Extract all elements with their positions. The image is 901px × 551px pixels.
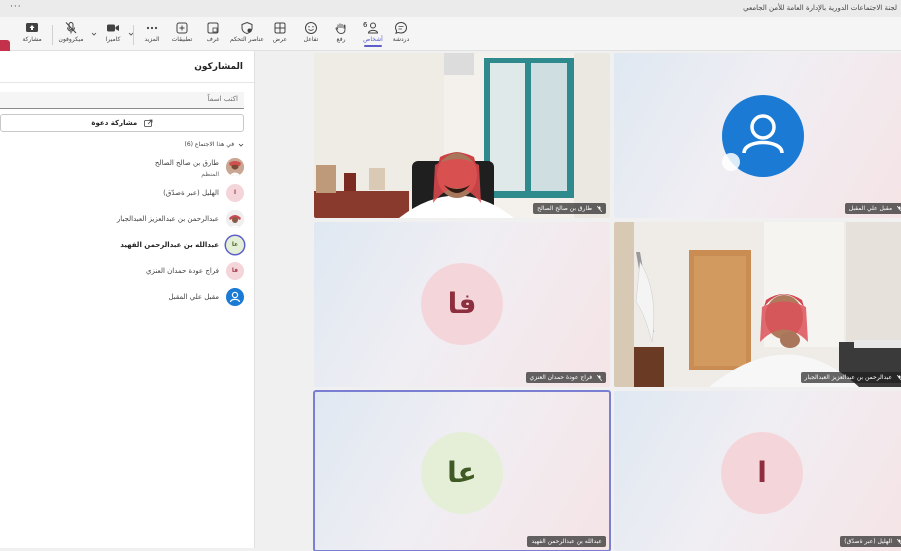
- initials-avatar: فا: [421, 263, 503, 345]
- participant-name-tag: مقبل علي المقبل: [844, 203, 901, 214]
- meeting-toolbar: مشاركة ميكروفون كاميرا المزيد تطبيقات غر…: [0, 17, 901, 58]
- avatar: عا: [226, 236, 244, 254]
- share-invite-button[interactable]: مشاركة دعوة: [0, 114, 244, 132]
- ellipsis-icon: [146, 26, 158, 30]
- search-placeholder: اكتب اسماً: [207, 95, 238, 103]
- grid-view-icon: [274, 22, 286, 34]
- video-tile[interactable]: عا عبدالله بن عبدالرحمن الفهيد: [313, 390, 611, 551]
- initials-avatar: عا: [421, 432, 503, 514]
- participant-name: عبدالله بن عبدالرحمن الفهيد: [120, 241, 219, 249]
- tile-name: فراج عودة حمدان العنزي: [529, 374, 593, 381]
- avatar: ا: [226, 184, 244, 202]
- status-indicator: [722, 153, 740, 171]
- participant-name-tag: عبدالرحمن بن عبدالعزيز العبدالجبار: [800, 372, 901, 383]
- participant-name-tag: فراج عودة حمدان العنزي: [525, 372, 606, 383]
- video-tile[interactable]: فا فراج عودة حمدان العنزي: [314, 222, 610, 387]
- raise-hand-button[interactable]: رفع: [323, 19, 359, 43]
- participant-name: فراج عودة حمدان العنزي: [146, 267, 219, 275]
- tile-name: طارق بن صالح الصالح: [537, 205, 593, 212]
- mic-button[interactable]: ميكروفون: [53, 19, 89, 43]
- participant-name: الهليل (عبر ةصدّق): [163, 189, 219, 197]
- participant-row[interactable]: عا عبدالله بن عبدالرحمن الفهيد: [8, 236, 244, 256]
- participant-row[interactable]: ا الهليل (عبر ةصدّق): [8, 184, 244, 204]
- share-icon: [26, 23, 38, 32]
- video-tile[interactable]: طارق بن صالح الصالح: [314, 53, 610, 218]
- tile-name: مقبل علي المقبل: [848, 205, 893, 212]
- mic-off-icon: [896, 205, 901, 211]
- participant-video: [314, 53, 610, 218]
- participant-name: مقبل علي المقبل: [168, 293, 219, 301]
- initials-avatar: ا: [721, 432, 803, 514]
- participant-name: طارق بن صالح الصالح: [154, 159, 219, 167]
- share-invite-label: مشاركة دعوة: [91, 119, 138, 127]
- participant-name-tag: طارق بن صالح الصالح: [533, 203, 606, 214]
- panel-divider: [0, 82, 254, 83]
- more-options-icon[interactable]: ···: [10, 2, 22, 12]
- video-tile[interactable]: ا الهليل (عبر ةصدّق): [614, 391, 901, 551]
- share-icon: [143, 119, 152, 127]
- participant-row[interactable]: طارق بن صالح الصالح المنظم: [8, 158, 244, 178]
- participant-name-tag: عبدالله بن عبدالرحمن الفهيد: [527, 536, 606, 547]
- mic-label: ميكروفون: [58, 36, 84, 43]
- chat-label: دردشة: [392, 36, 410, 43]
- participants-panel: المشاركون اكتب اسماً مشاركة دعوة في هذا …: [0, 51, 255, 548]
- avatar: [226, 158, 244, 176]
- apps-icon: [176, 22, 188, 34]
- mic-off-icon: [65, 22, 77, 34]
- share-button[interactable]: مشاركة: [14, 19, 50, 43]
- rooms-label: غرف: [206, 36, 220, 43]
- panel-title: المشاركون: [194, 62, 243, 72]
- tile-name: عبدالله بن عبدالرحمن الفهيد: [531, 538, 602, 545]
- camera-button[interactable]: كاميرا: [95, 19, 131, 43]
- controls-label: عناصر التحكم: [229, 36, 265, 43]
- mic-off-icon: [596, 205, 603, 212]
- meeting-title: لجنة الاجتماعات الدورية بالإدارة العامة …: [743, 4, 897, 12]
- raise-label: رفع: [336, 36, 346, 43]
- search-input[interactable]: اكتب اسماً: [0, 92, 244, 109]
- mic-off-icon: [896, 538, 901, 544]
- smiley-icon: [305, 22, 317, 34]
- hand-icon: [335, 23, 346, 34]
- chat-icon: [394, 21, 408, 34]
- person-icon: [226, 288, 244, 306]
- rooms-icon: [207, 22, 219, 34]
- participant-row[interactable]: مقبل علي المقبل: [8, 288, 244, 308]
- mic-off-icon: [896, 374, 901, 380]
- participant-name: عبدالرحمن بن عبدالعزيز العبدالجبار: [116, 215, 219, 223]
- video-stage: طارق بن صالح الصالح مقبل علي المقبل فا ف…: [255, 51, 901, 551]
- section-label: في هذا الاجتماع (6): [184, 141, 235, 148]
- avatar: فا: [226, 262, 244, 280]
- title-bar: ··· لجنة الاجتماعات الدورية بالإدارة الع…: [0, 0, 901, 17]
- chevron-down-icon: [238, 143, 244, 147]
- participant-name-tag: الهليل (عبر ةصدّق): [840, 536, 901, 547]
- chat-button[interactable]: دردشة: [383, 19, 419, 43]
- shield-icon: [241, 21, 253, 35]
- share-label: مشاركة: [22, 36, 42, 43]
- video-tile[interactable]: عبدالرحمن بن عبدالعزيز العبدالجبار: [614, 222, 901, 387]
- participant-role: المنظم: [201, 171, 219, 178]
- participant-video: [614, 222, 901, 387]
- participant-row[interactable]: فا فراج عودة حمدان العنزي: [8, 262, 244, 282]
- camera-label: كاميرا: [105, 36, 121, 43]
- camera-icon: [107, 24, 119, 32]
- tile-name: الهليل (عبر ةصدّق): [844, 538, 893, 545]
- controls-button[interactable]: عناصر التحكم: [229, 19, 265, 43]
- in-meeting-section[interactable]: في هذا الاجتماع (6): [185, 141, 245, 148]
- people-count: 6: [363, 21, 368, 29]
- rooms-button[interactable]: غرف: [195, 19, 231, 43]
- mic-off-icon: [596, 374, 603, 381]
- people-icon: [367, 22, 379, 34]
- video-tile[interactable]: مقبل علي المقبل: [614, 53, 901, 218]
- avatar: [226, 210, 244, 228]
- participant-row[interactable]: عبدالرحمن بن عبدالعزيز العبدالجبار: [8, 210, 244, 230]
- tile-name: عبدالرحمن بن عبدالعزيز العبدالجبار: [804, 374, 893, 381]
